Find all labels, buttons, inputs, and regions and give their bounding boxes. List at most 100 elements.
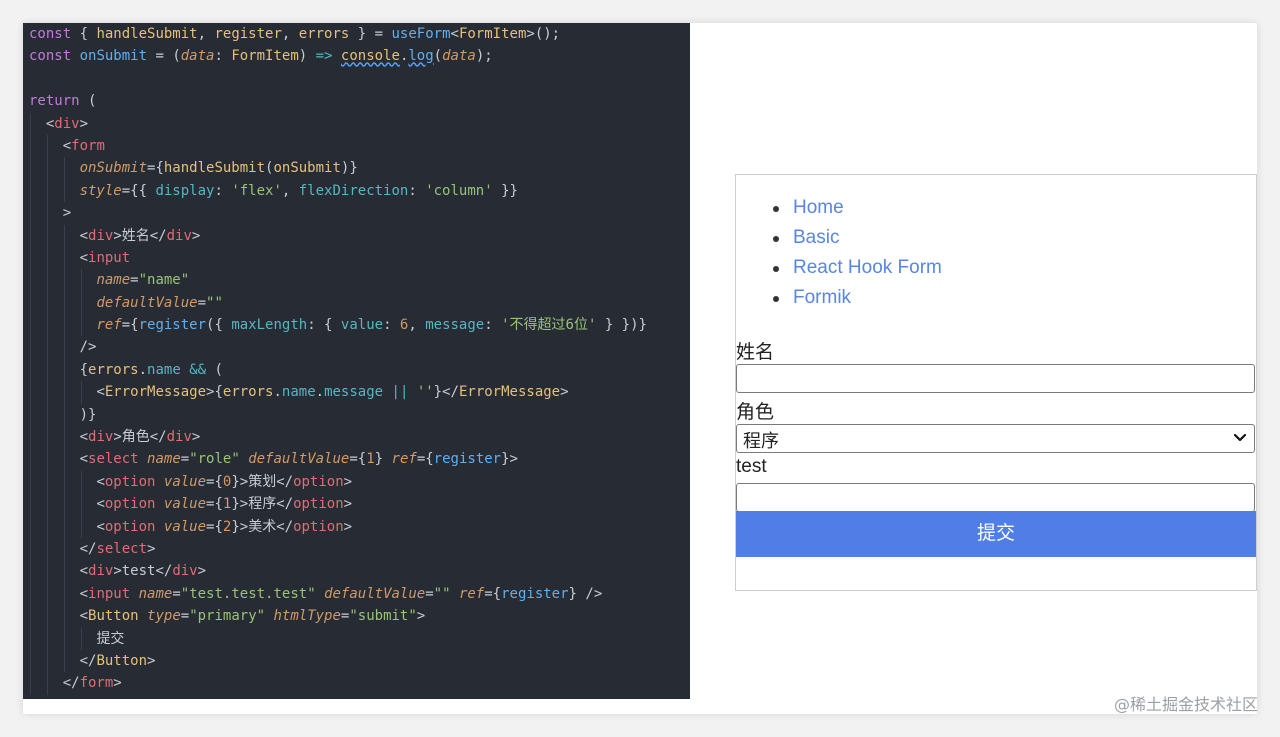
code-token: =	[425, 585, 434, 602]
indent-guide	[30, 314, 31, 337]
indent-guide	[80, 291, 82, 315]
code-token: select	[88, 451, 139, 468]
code-token: ({	[206, 317, 232, 334]
code-token: >	[343, 496, 353, 513]
code-token: name	[138, 585, 173, 602]
nav-link-home[interactable]: Home	[773, 193, 942, 223]
code-token: >	[147, 652, 156, 669]
code-token: htmlType	[273, 608, 341, 625]
chevron-down-icon	[1233, 433, 1247, 442]
code-token: name	[96, 272, 131, 289]
code-token: FormItem	[458, 26, 527, 42]
indent-guide	[30, 649, 31, 673]
code-token: 1	[366, 451, 375, 468]
test-input[interactable]	[736, 483, 1255, 512]
code-token: register	[501, 585, 569, 602]
code-token: register	[138, 317, 207, 334]
code-token: message	[324, 384, 384, 401]
screenshot-frame: const { handleSubmit, register, errors }…	[23, 23, 1257, 714]
code-token: <	[79, 451, 89, 468]
role-selected-value: 程序	[743, 431, 779, 451]
code-token: defaultValue	[248, 451, 350, 468]
role-select[interactable]: 程序	[736, 424, 1255, 453]
name-input[interactable]	[736, 364, 1255, 393]
code-token: =	[180, 608, 190, 625]
code-token: <	[96, 496, 105, 513]
nav-link-react-hook-form[interactable]: React Hook Form	[773, 253, 942, 283]
code-token: .	[138, 361, 148, 378]
indent-guide	[63, 627, 65, 650]
code-line: <div>角色</div>	[29, 426, 647, 449]
indent-guide	[30, 493, 31, 516]
indent-guide	[63, 314, 65, 337]
code-token: value	[163, 518, 207, 535]
code-token: option	[293, 518, 344, 535]
indent-guide	[46, 582, 48, 606]
nav-list: Home Basic React Hook Form Formik	[773, 193, 942, 313]
code-token: data	[180, 48, 215, 65]
indent-guide	[63, 582, 65, 606]
code-token: .	[315, 384, 325, 401]
indent-guide	[30, 627, 31, 650]
indent-guide	[46, 202, 48, 225]
code-token: 'flex'	[231, 182, 282, 199]
indent-guide	[30, 448, 31, 471]
code-token: ErrorMessage	[458, 384, 561, 401]
code-token: :	[214, 182, 232, 199]
code-line: <input	[29, 246, 647, 270]
role-label: 角色	[736, 402, 775, 423]
nav-link-formik[interactable]: Formik	[773, 283, 942, 313]
code-line: </form>	[29, 672, 647, 695]
code-token: =>	[315, 48, 333, 65]
code-token: form	[71, 137, 105, 154]
code-token: <	[79, 249, 89, 266]
code-line: defaultValue=""	[29, 291, 647, 315]
code-token: name	[147, 451, 181, 468]
indent-guide	[80, 314, 82, 337]
code-token: ={	[484, 585, 502, 602]
code-token: </	[79, 540, 97, 557]
form-preview: Home Basic React Hook Form Formik 姓名 角色 …	[735, 174, 1257, 591]
code-token: ref	[96, 317, 122, 334]
code-token: input	[88, 249, 131, 266]
code-token: div	[166, 429, 192, 446]
code-line: return (	[29, 90, 647, 112]
code-token: "name"	[138, 272, 190, 289]
code-token: flexDirection	[298, 182, 409, 199]
indent-guide	[63, 179, 65, 203]
submit-button[interactable]: 提交	[736, 511, 1256, 557]
code-line: </Button>	[29, 649, 647, 673]
code-line: <option value={1}>程序</option>	[29, 493, 647, 516]
indent-guide	[46, 314, 48, 337]
indent-guide	[30, 426, 31, 449]
code-token: display	[155, 182, 215, 199]
code-token: option	[293, 496, 344, 513]
code-token: } />	[568, 585, 603, 602]
code-token: ref	[391, 451, 417, 468]
nav-link-basic[interactable]: Basic	[773, 223, 942, 253]
code-token: (	[206, 361, 223, 378]
code-token: register	[214, 26, 282, 42]
code-token: "primary"	[189, 608, 266, 625]
code-token: />	[79, 339, 97, 356]
code-token: 'column'	[425, 182, 493, 199]
code-token: data	[442, 48, 476, 65]
code-token: "role"	[189, 451, 240, 468]
indent-guide	[46, 426, 48, 449]
code-token: select	[96, 540, 148, 557]
code-token: div	[88, 563, 114, 580]
indent-guide	[30, 470, 31, 494]
code-line: 提交	[29, 627, 647, 650]
indent-guide	[30, 157, 31, 180]
indent-guide	[80, 381, 82, 404]
code-token: <	[96, 473, 105, 490]
indent-guide	[63, 246, 65, 270]
